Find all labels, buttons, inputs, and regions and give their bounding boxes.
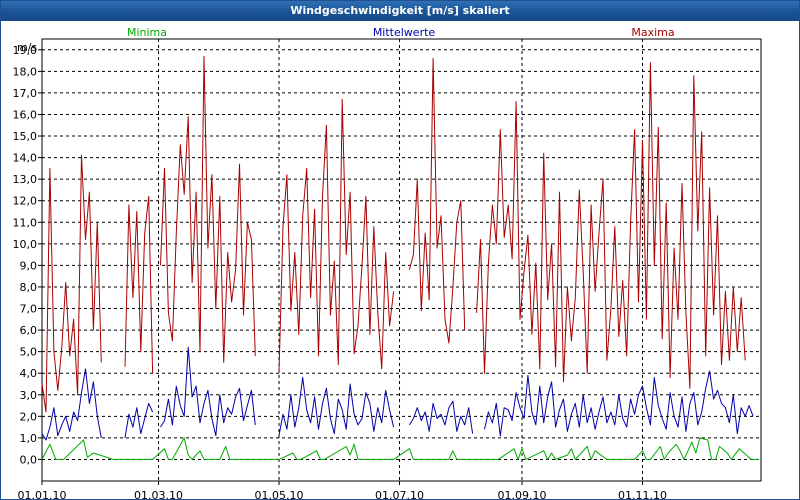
y-tick-label: 4,0 xyxy=(20,367,38,380)
x-tick-label: 01.07.10 xyxy=(375,489,424,499)
window-title: Windgeschwindigkeit [m/s] skaliert xyxy=(1,1,799,21)
x-tick-label: 01.05.10 xyxy=(255,489,304,499)
y-tick-label: 14,0 xyxy=(13,152,38,165)
y-tick-label: 2,0 xyxy=(20,410,38,423)
legend-item-minima: Minima xyxy=(127,26,167,39)
x-axis-ticks: 01.01.10 01.03.10 01.05.10 01.07.10 01.09.10… xyxy=(18,481,667,499)
y-axis-ticks: 0,0 1,0 2,0 3,0 4,0 5,0 6,0 7,0 8,0 9,0 10,0 11,0 12… xyxy=(13,44,42,466)
y-tick-label: 13,0 xyxy=(13,173,38,186)
y-tick-label: 3,0 xyxy=(20,389,38,402)
wind-speed-chart: 0,0 1,0 2,0 3,0 4,0 5,0 6,0 7,0 8,0 9,0 10,0 11,0 12… xyxy=(13,26,762,499)
x-tick-label: 01.03.10 xyxy=(134,489,183,499)
y-tick-label: 16,0 xyxy=(13,108,38,121)
x-tick-label: 01.09.10 xyxy=(497,489,546,499)
y-tick-label: 9,0 xyxy=(20,259,38,272)
y-tick-label: 8,0 xyxy=(20,281,38,294)
chart-window: Windgeschwindigkeit [m/s] skaliert 0,0 1,… xyxy=(0,0,800,500)
legend-item-mittelwerte: Mittelwerte xyxy=(373,26,436,39)
y-tick-label: 18,0 xyxy=(13,65,38,78)
y-tick-label: 5,0 xyxy=(20,346,38,359)
y-tick-label: 6,0 xyxy=(20,324,38,337)
y-tick-label: 0,0 xyxy=(20,453,38,466)
y-tick-label: 10,0 xyxy=(13,238,38,251)
y-tick-label: 1,0 xyxy=(20,432,38,445)
legend-item-maxima: Maxima xyxy=(631,26,674,39)
y-tick-label: 7,0 xyxy=(20,303,38,316)
y-tick-label: 12,0 xyxy=(13,195,38,208)
legend: Minima Mittelwerte Maxima xyxy=(127,26,675,39)
x-tick-label: 01.11.10 xyxy=(618,489,667,499)
y-axis-label: m/s xyxy=(17,41,37,54)
y-tick-label: 11,0 xyxy=(13,216,38,229)
x-tick-label: 01.01.10 xyxy=(18,489,67,499)
y-tick-label: 17,0 xyxy=(13,87,38,100)
y-tick-label: 15,0 xyxy=(13,130,38,143)
